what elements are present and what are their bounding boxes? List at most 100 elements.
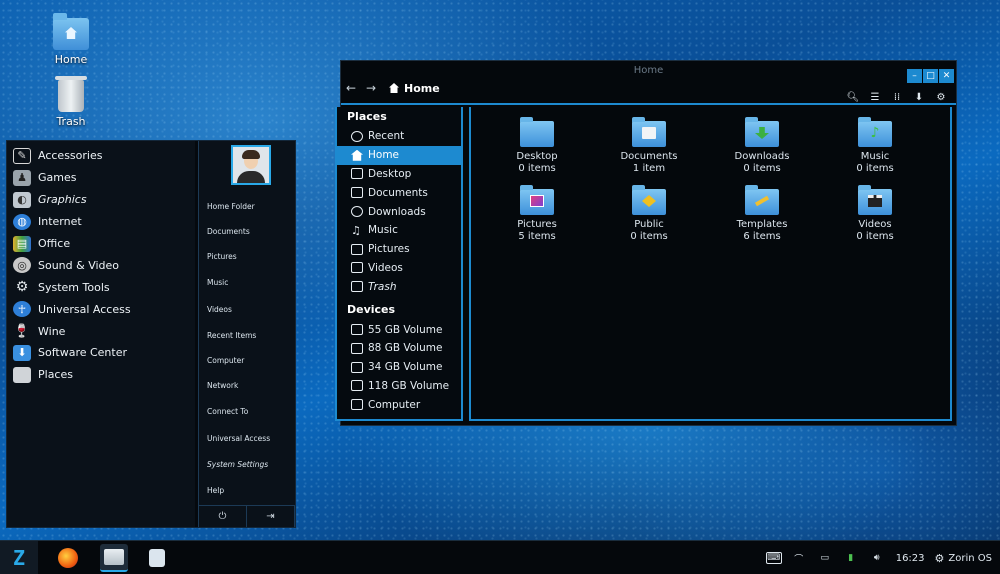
user-menu[interactable]: ⚙ Zorin OS <box>935 552 992 565</box>
clock[interactable]: 16:23 <box>896 553 925 564</box>
menu-place-videos[interactable]: Videos <box>207 305 232 314</box>
folder-documents[interactable]: Documents 1 item <box>603 117 695 175</box>
display-icon[interactable]: ▭ <box>816 551 834 565</box>
folder-public[interactable]: Public 0 items <box>603 185 695 243</box>
system-tools-icon: ⚙ <box>15 279 29 296</box>
menu-category-office[interactable]: ▤ Office <box>7 233 195 255</box>
home-icon <box>351 149 363 161</box>
firefox-icon <box>58 548 78 568</box>
desktop-icon-trash[interactable]: Trash <box>41 76 101 128</box>
folder-downloads[interactable]: Downloads 0 items <box>716 117 808 175</box>
home-icon <box>389 83 399 93</box>
file-grid: Desktop 0 items Documents 1 item Downloa… <box>469 107 952 421</box>
sidebar-item-pictures[interactable]: Pictures <box>337 240 461 259</box>
logout-icon[interactable]: ⇥ <box>247 506 295 527</box>
places-heading: Places <box>347 110 387 123</box>
sidebar: Places Recent Home Desktop Documents Dow… <box>335 107 463 421</box>
folder-music[interactable]: ♪ Music 0 items <box>829 117 921 175</box>
menu-category-wine[interactable]: 🍷 Wine <box>7 320 195 342</box>
menu-place-network[interactable]: Network <box>207 381 238 390</box>
menu-category-graphics[interactable]: ◐ Graphics <box>7 189 195 211</box>
sidebar-item-volume-34[interactable]: 34 GB Volume <box>337 358 461 377</box>
folder-public-icon <box>632 185 666 215</box>
menu-category-software-center[interactable]: ⬇ Software Center <box>7 342 195 364</box>
breadcrumb-label: Home <box>404 81 440 95</box>
sidebar-item-downloads[interactable]: Downloads <box>337 202 461 221</box>
folder-downloads-icon <box>745 117 779 147</box>
folder-desktop-icon <box>520 117 554 147</box>
sidebar-item-volume-88[interactable]: 88 GB Volume <box>337 339 461 358</box>
taskbar: Z ⌨ ⌒ ▭ ▮ 🔊︎ 16:23 ⚙ Zorin OS <box>0 540 1000 574</box>
desktop-icon <box>351 168 363 180</box>
menu-category-system-tools[interactable]: ⚙ System Tools <box>7 276 195 298</box>
sidebar-item-music[interactable]: ♫ Music <box>337 221 461 240</box>
office-icon: ▤ <box>13 235 31 252</box>
sidebar-item-trash[interactable]: Trash <box>337 277 461 296</box>
folder-templates[interactable]: Templates 6 items <box>716 185 808 243</box>
toolbar-divider <box>341 103 956 105</box>
sidebar-item-recent[interactable]: Recent <box>337 127 461 146</box>
menu-place-home-folder[interactable]: Home Folder <box>207 202 255 211</box>
menu-place-computer[interactable]: Computer <box>207 356 244 365</box>
taskbar-firefox[interactable] <box>54 544 82 572</box>
menu-category-places[interactable]: Places <box>7 364 195 386</box>
folder-desktop[interactable]: Desktop 0 items <box>491 117 583 175</box>
menu-place-recent-items[interactable]: Recent Items <box>207 331 256 340</box>
folder-pictures[interactable]: Pictures 5 items <box>491 185 583 243</box>
keyboard-icon[interactable]: ⌨ <box>765 552 782 564</box>
volume-icon[interactable]: 🔊︎ <box>868 551 886 565</box>
sound-video-icon: ◎ <box>13 257 31 274</box>
folder-videos[interactable]: Videos 0 items <box>829 185 921 243</box>
file-manager-window: Home – □ ✕ ← → Home 🔍︎ ☰ ⁞⁞ ⬇ ⚙ Places R… <box>335 60 957 426</box>
menu-category-sound-video[interactable]: ◎ Sound & Video <box>7 254 195 276</box>
accessibility-icon: ☥ <box>13 301 31 318</box>
menu-place-pictures[interactable]: Pictures <box>207 252 237 261</box>
power-icon[interactable]: ⏻ <box>199 506 247 527</box>
sidebar-item-desktop[interactable]: Desktop <box>337 165 461 184</box>
sidebar-item-documents[interactable]: Documents <box>337 183 461 202</box>
taskbar-app[interactable] <box>143 544 171 572</box>
clock-icon <box>351 130 363 142</box>
menu-category-universal-access[interactable]: ☥ Universal Access <box>7 298 195 320</box>
wine-icon: 🍷 <box>13 323 31 339</box>
taskbar-files[interactable] <box>100 544 128 572</box>
software-center-icon: ⬇ <box>13 344 31 361</box>
system-tray: ⌨ ⌒ ▭ ▮ 🔊︎ 16:23 ⚙ Zorin OS <box>758 541 992 574</box>
sidebar-item-home[interactable]: Home <box>337 145 461 165</box>
menu-categories: ✎ Accessories ♟ Games ◐ Graphics ◍ Internet … <box>7 141 195 527</box>
desktop-icon-home[interactable]: Home <box>41 13 101 66</box>
trash-icon <box>55 76 87 112</box>
battery-icon[interactable]: ▮ <box>842 551 860 565</box>
drive-icon <box>351 380 363 392</box>
avatar[interactable] <box>231 145 271 185</box>
menu-place-documents[interactable]: Documents <box>207 227 250 236</box>
menu-place-connect-to[interactable]: Connect To <box>207 407 248 416</box>
games-icon: ♟ <box>13 169 31 186</box>
zorin-menu-button[interactable]: Z <box>0 541 38 574</box>
menu-place-system-settings[interactable]: System Settings <box>207 460 268 469</box>
sidebar-item-computer[interactable]: Computer <box>337 395 461 414</box>
file-cabinet-icon <box>104 549 124 565</box>
graphics-icon: ◐ <box>13 191 31 208</box>
download-icon <box>351 206 363 218</box>
menu-category-internet[interactable]: ◍ Internet <box>7 211 195 233</box>
wifi-icon[interactable]: ⌒ <box>790 551 808 565</box>
sidebar-item-volume-55[interactable]: 55 GB Volume <box>337 320 461 339</box>
back-arrow-icon[interactable]: ← <box>341 81 361 95</box>
forward-arrow-icon[interactable]: → <box>361 81 381 95</box>
menu-category-games[interactable]: ♟ Games <box>7 167 195 189</box>
film-icon <box>351 262 363 274</box>
drive-icon <box>351 361 363 373</box>
power-bar: ⏻ ⇥ <box>199 505 295 527</box>
menu-place-universal-access[interactable]: Universal Access <box>207 434 270 443</box>
breadcrumb[interactable]: Home <box>389 82 440 95</box>
menu-place-help[interactable]: Help <box>207 486 224 495</box>
menu-place-music[interactable]: Music <box>207 278 228 287</box>
start-menu: ✎ Accessories ♟ Games ◐ Graphics ◍ Internet … <box>6 140 296 528</box>
menu-category-accessories[interactable]: ✎ Accessories <box>7 145 195 167</box>
accessories-icon: ✎ <box>13 147 31 164</box>
sidebar-item-videos[interactable]: Videos <box>337 259 461 278</box>
trash-icon <box>351 281 363 293</box>
globe-icon: ◍ <box>13 213 31 230</box>
sidebar-item-volume-118[interactable]: 118 GB Volume <box>337 377 461 396</box>
